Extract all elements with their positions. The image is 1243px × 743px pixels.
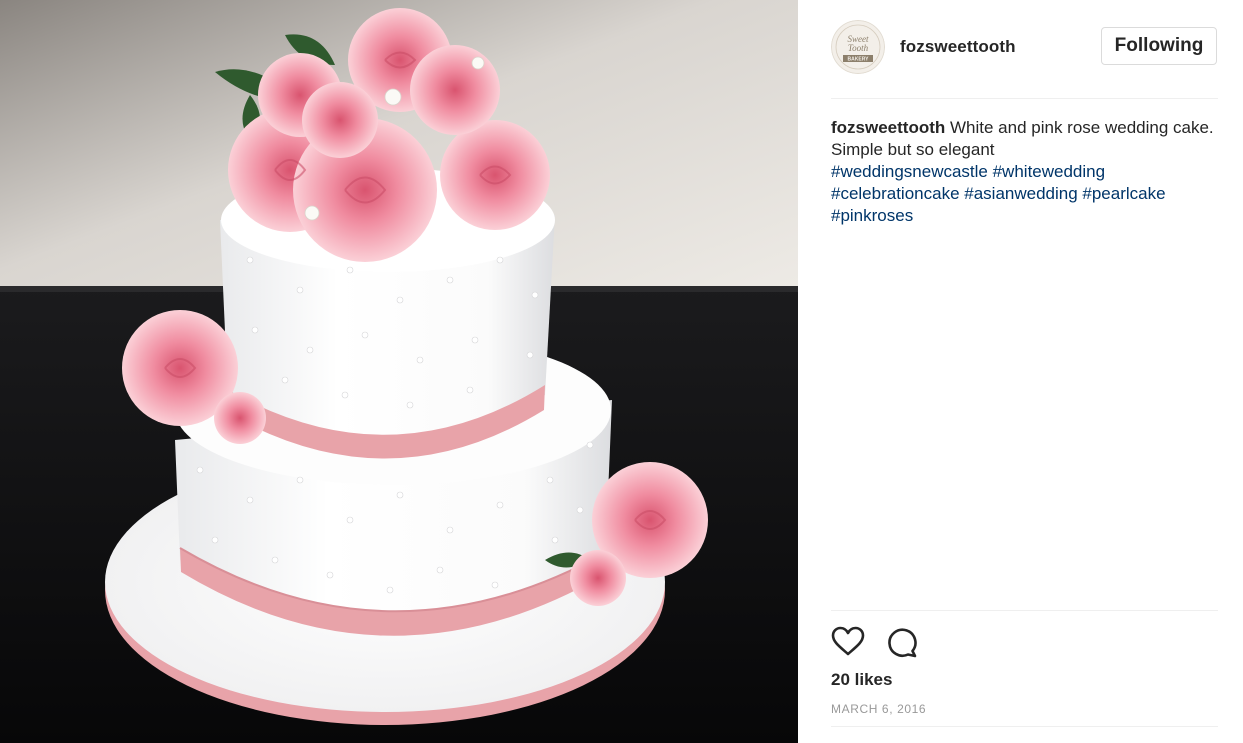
caption-hashtags[interactable]: #weddingsnewcastle #whitewedding #celebr… (831, 162, 1166, 225)
post-date: MARCH 6, 2016 (831, 702, 927, 716)
caption-username[interactable]: fozsweettooth (831, 118, 945, 137)
author-username[interactable]: fozsweettooth (900, 37, 1016, 57)
comment-button[interactable] (884, 625, 918, 659)
post-caption: fozsweettooth White and pink rose weddin… (831, 117, 1218, 227)
header-divider (831, 98, 1218, 99)
avatar-line-3: BAKERY (848, 57, 870, 63)
avatar-line-2: Tooth (848, 43, 869, 53)
avatar[interactable]: Sweet Tooth BAKERY (831, 20, 885, 74)
post-header: Sweet Tooth BAKERY fozsweettooth Followi… (831, 20, 1218, 74)
post-sidebar: Sweet Tooth BAKERY fozsweettooth Followi… (798, 0, 1243, 743)
likes-count[interactable]: 20 likes (831, 670, 892, 690)
avatar-logo-icon: Sweet Tooth BAKERY (831, 20, 885, 74)
footer-divider (831, 726, 1218, 727)
post-photo[interactable] (0, 0, 798, 743)
cake-image (0, 0, 798, 743)
following-button[interactable]: Following (1101, 27, 1217, 65)
action-bar (831, 625, 951, 659)
heart-icon (831, 626, 865, 656)
comment-icon (888, 628, 917, 658)
like-button[interactable] (831, 625, 865, 659)
actions-divider (831, 610, 1218, 611)
